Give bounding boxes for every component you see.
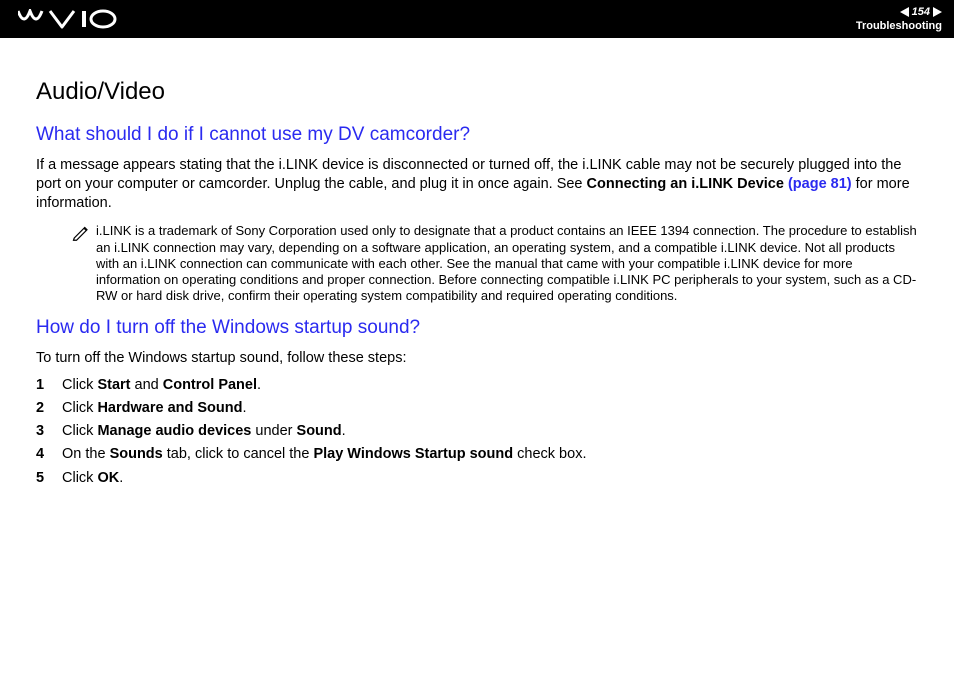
paragraph: If a message appears stating that the i.… [36,156,918,213]
list-item: Click Start and Control Panel. [36,374,918,397]
intro-text: To turn off the Windows startup sound, f… [36,349,918,368]
list-item: Click Hardware and Sound. [36,397,918,420]
breadcrumb: Troubleshooting [856,20,942,32]
question-heading-2: How do I turn off the Windows startup so… [36,317,918,339]
list-item: On the Sounds tab, click to cancel the P… [36,443,918,466]
page-number: 154 [912,6,930,18]
prev-page-icon[interactable] [900,7,909,17]
note-icon [72,223,92,246]
steps-list: Click Start and Control Panel. Click Har… [36,374,918,490]
list-item: Click OK. [36,467,918,490]
page-title: Audio/Video [36,78,918,106]
xref-label[interactable]: Connecting an i.LINK Device [587,176,784,192]
question-heading-1: What should I do if I cannot use my DV c… [36,124,918,146]
xref-page[interactable]: (page 81) [784,176,852,192]
page-header: 154 Troubleshooting [0,0,954,38]
list-item: Click Manage audio devices under Sound. [36,420,918,443]
note-block: i.LINK is a trademark of Sony Corporatio… [72,223,918,304]
next-page-icon[interactable] [933,7,942,17]
header-right: 154 Troubleshooting [856,6,942,32]
page-navigator: 154 [900,6,942,18]
note-text: i.LINK is a trademark of Sony Corporatio… [96,223,918,304]
page-content: Audio/Video What should I do if I cannot… [0,38,954,490]
vaio-logo [18,9,118,29]
